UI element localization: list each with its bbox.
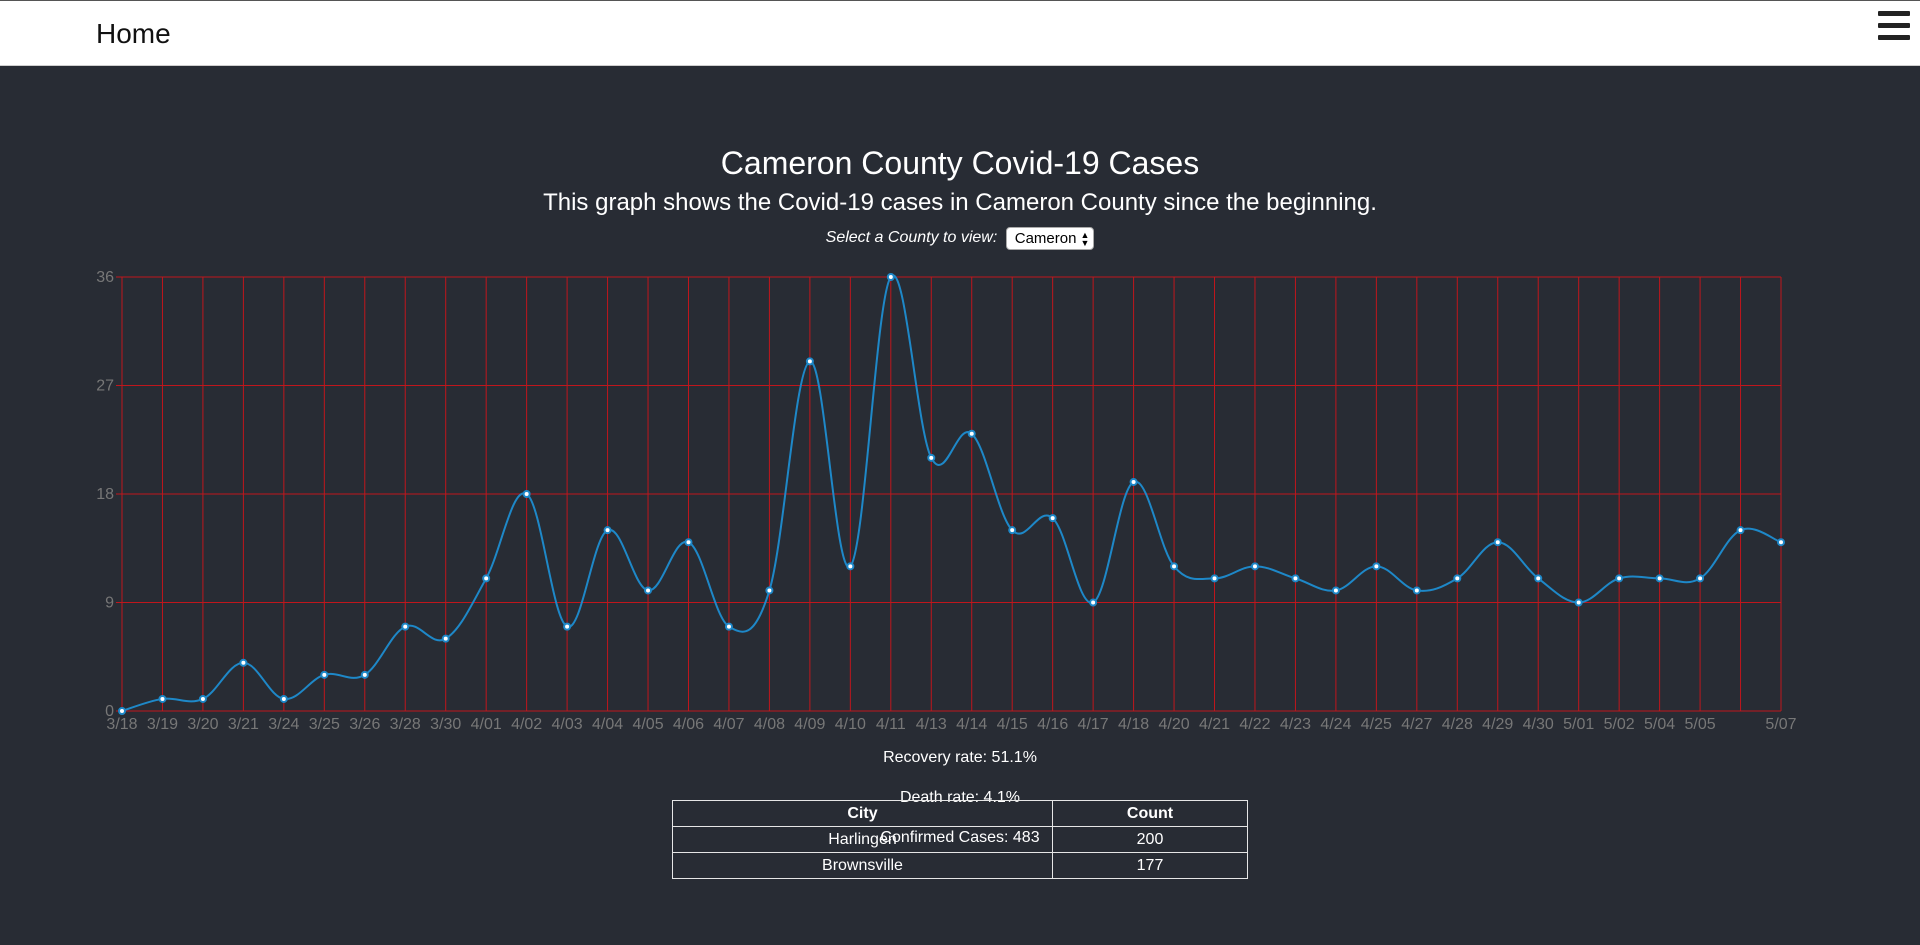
data-point bbox=[1250, 562, 1259, 571]
count-cell: 177 bbox=[1052, 852, 1248, 879]
y-tick-label: 36 bbox=[96, 269, 114, 286]
data-point bbox=[563, 622, 572, 631]
x-tick-label: 3/18 bbox=[106, 716, 137, 733]
x-tick-label: 4/23 bbox=[1280, 716, 1311, 733]
x-tick-label: 3/20 bbox=[187, 716, 218, 733]
data-point bbox=[1615, 574, 1624, 583]
y-tick-label: 9 bbox=[105, 595, 114, 612]
data-point bbox=[765, 586, 774, 595]
data-point bbox=[1331, 586, 1340, 595]
x-tick-label: 4/18 bbox=[1118, 716, 1149, 733]
x-tick-label: 4/17 bbox=[1078, 716, 1109, 733]
x-tick-label: 3/25 bbox=[309, 716, 340, 733]
data-point bbox=[1008, 526, 1017, 535]
data-point bbox=[1372, 562, 1381, 571]
table-row: Harlingen 200 bbox=[672, 826, 1248, 853]
x-tick-label: 3/26 bbox=[349, 716, 380, 733]
data-point bbox=[644, 586, 653, 595]
data-point bbox=[482, 574, 491, 583]
x-tick-label: 4/06 bbox=[673, 716, 704, 733]
data-point bbox=[441, 634, 450, 643]
x-tick-label: 4/16 bbox=[1037, 716, 1068, 733]
data-point bbox=[401, 622, 410, 631]
data-point bbox=[1129, 477, 1138, 486]
x-tick-label: 4/22 bbox=[1239, 716, 1270, 733]
data-point bbox=[320, 670, 329, 679]
x-tick-label: 3/21 bbox=[228, 716, 259, 733]
x-tick-label: 4/02 bbox=[511, 716, 542, 733]
x-tick-label: 3/28 bbox=[390, 716, 421, 733]
x-tick-label: 4/21 bbox=[1199, 716, 1230, 733]
x-tick-label: 4/25 bbox=[1361, 716, 1392, 733]
x-tick-label: 4/10 bbox=[835, 716, 866, 733]
x-tick-label: 4/24 bbox=[1320, 716, 1351, 733]
data-point bbox=[158, 694, 167, 703]
data-point bbox=[1777, 538, 1785, 547]
x-tick-label: 4/15 bbox=[997, 716, 1028, 733]
data-point bbox=[1655, 574, 1664, 583]
data-point bbox=[239, 658, 248, 667]
data-point bbox=[603, 526, 612, 535]
x-tick-label: 5/02 bbox=[1604, 716, 1635, 733]
data-point bbox=[684, 538, 693, 547]
x-tick-label: 4/08 bbox=[754, 716, 785, 733]
data-point bbox=[1089, 598, 1098, 607]
x-tick-label: 4/30 bbox=[1523, 716, 1554, 733]
city-cell: Brownsville bbox=[672, 852, 1053, 879]
data-point bbox=[1291, 574, 1300, 583]
x-tick-label: 5/07 bbox=[1765, 716, 1796, 733]
data-point bbox=[1048, 514, 1057, 523]
data-point bbox=[805, 357, 814, 366]
data-point bbox=[1170, 562, 1179, 571]
city-cell: Harlingen bbox=[672, 826, 1053, 853]
city-column-header: City bbox=[672, 800, 1053, 827]
x-tick-label: 4/28 bbox=[1442, 716, 1473, 733]
data-point bbox=[1412, 586, 1421, 595]
data-point bbox=[846, 562, 855, 571]
x-tick-label: 4/29 bbox=[1482, 716, 1513, 733]
x-tick-label: 4/09 bbox=[794, 716, 825, 733]
x-tick-label: 5/04 bbox=[1644, 716, 1675, 733]
x-tick-label: 3/19 bbox=[147, 716, 178, 733]
y-tick-label: 18 bbox=[96, 486, 114, 503]
x-tick-label: 4/27 bbox=[1401, 716, 1432, 733]
data-point bbox=[927, 453, 936, 462]
count-cell: 200 bbox=[1052, 826, 1248, 853]
x-tick-label: 5/05 bbox=[1685, 716, 1716, 733]
data-point bbox=[1736, 526, 1745, 535]
series-line bbox=[121, 274, 1782, 712]
x-tick-label: 4/20 bbox=[1158, 716, 1189, 733]
x-tick-label: 4/14 bbox=[956, 716, 987, 733]
x-tick-label: 4/01 bbox=[471, 716, 502, 733]
x-tick-label: 4/04 bbox=[592, 716, 623, 733]
data-point bbox=[1696, 574, 1705, 583]
x-tick-label: 5/01 bbox=[1563, 716, 1594, 733]
city-count-table: City Count Harlingen 200 Brownsville 177 bbox=[672, 800, 1248, 879]
data-point bbox=[1453, 574, 1462, 583]
data-point bbox=[1210, 574, 1219, 583]
data-point bbox=[279, 694, 288, 703]
data-point bbox=[1534, 574, 1543, 583]
count-column-header: Count bbox=[1052, 800, 1248, 827]
x-tick-label: 4/11 bbox=[876, 716, 906, 733]
data-point bbox=[967, 429, 976, 438]
data-point bbox=[522, 490, 531, 498]
x-tick-label: 3/30 bbox=[430, 716, 461, 733]
data-point bbox=[198, 694, 207, 703]
data-point bbox=[360, 670, 369, 679]
x-tick-label: 3/24 bbox=[268, 716, 299, 733]
x-tick-label: 4/03 bbox=[552, 716, 583, 733]
y-tick-label: 27 bbox=[96, 378, 114, 395]
table-row: Brownsville 177 bbox=[672, 852, 1248, 879]
x-tick-label: 4/07 bbox=[713, 716, 744, 733]
table-header-row: City Count bbox=[672, 800, 1248, 827]
data-point bbox=[886, 273, 895, 281]
page: Home Cameron County Covid-19 Cases This … bbox=[0, 0, 1920, 945]
data-point bbox=[724, 622, 733, 631]
x-tick-label: 4/13 bbox=[916, 716, 947, 733]
data-point bbox=[1574, 598, 1583, 607]
data-point bbox=[118, 707, 126, 715]
data-point bbox=[1493, 538, 1502, 547]
x-tick-label: 4/05 bbox=[632, 716, 663, 733]
